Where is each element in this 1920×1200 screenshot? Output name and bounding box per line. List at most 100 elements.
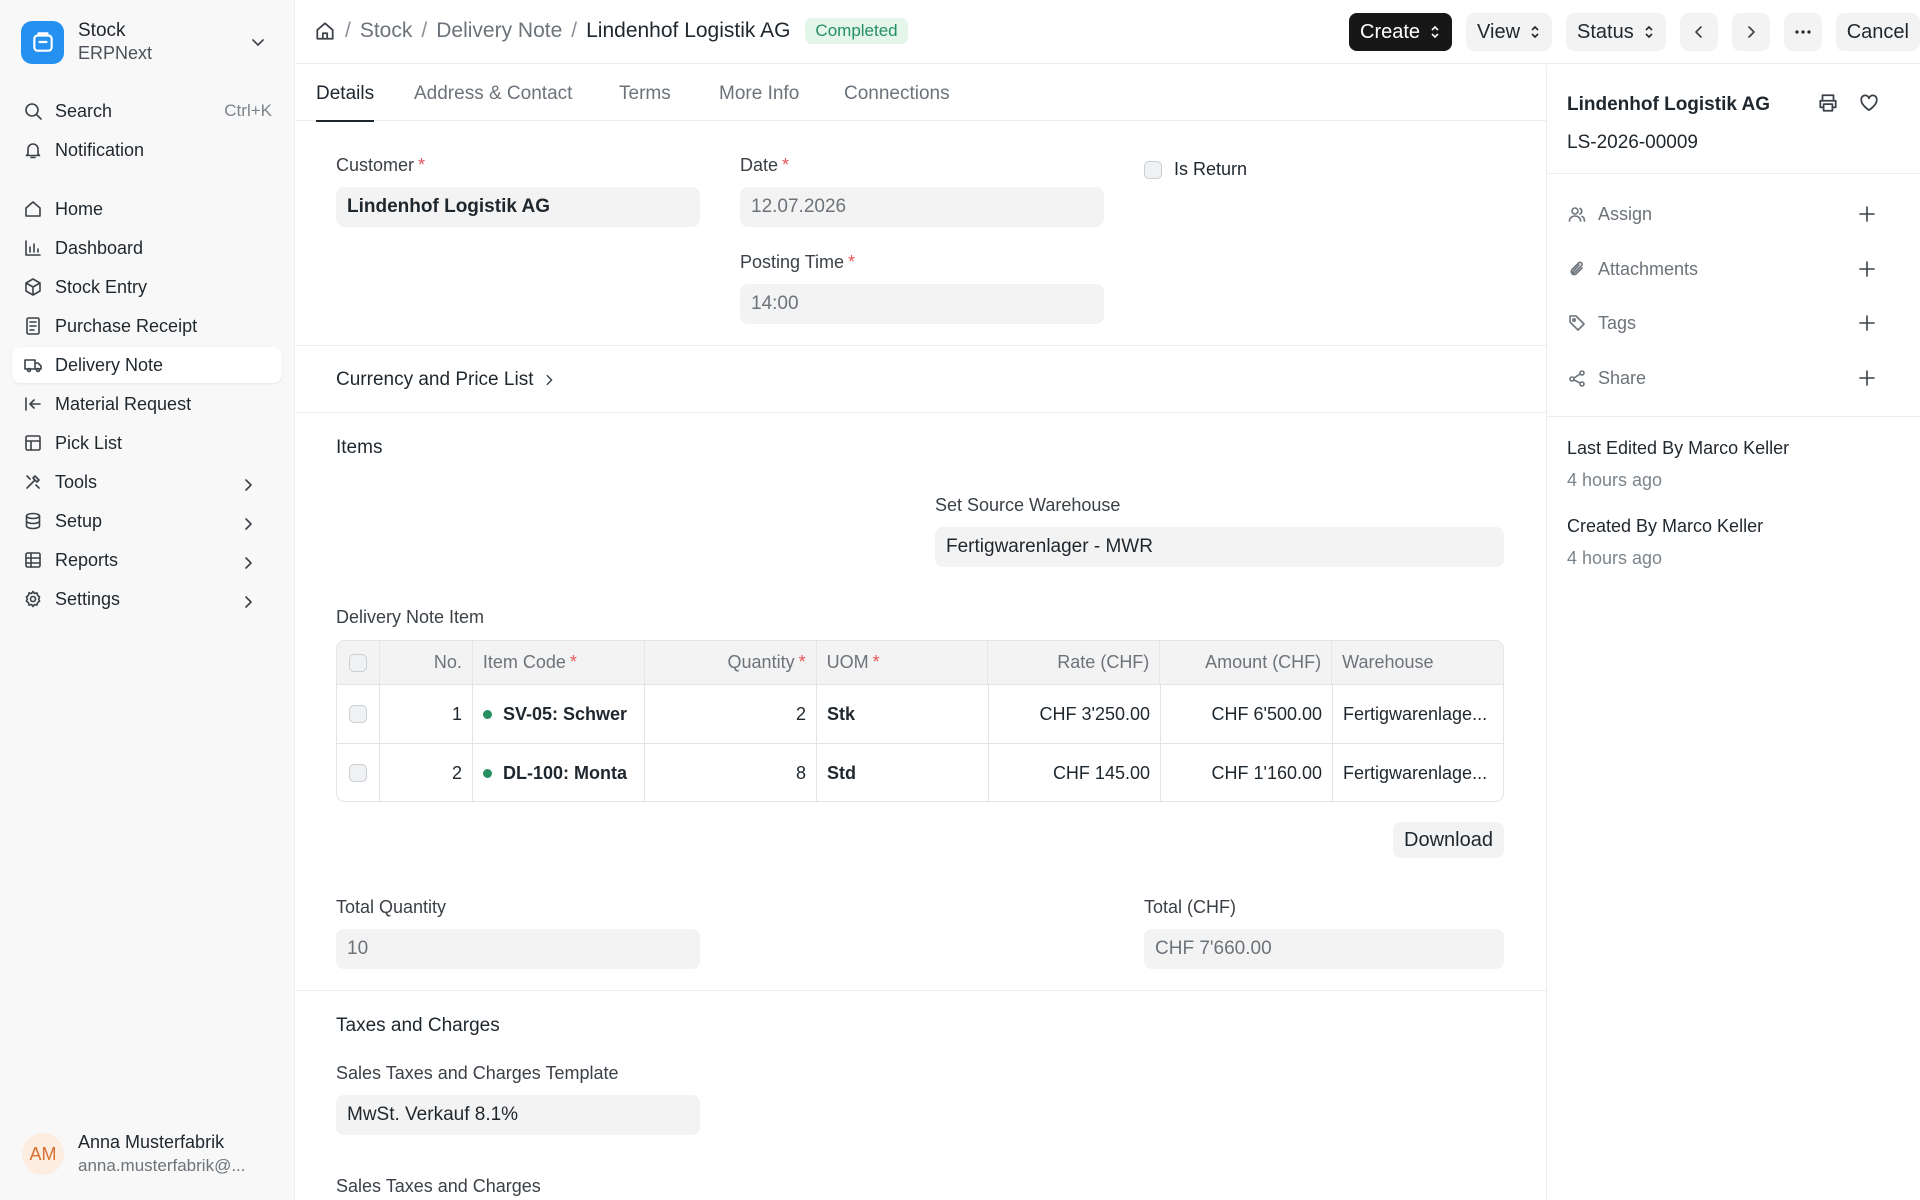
row-quantity[interactable]: 2 [645, 685, 817, 743]
row-rate[interactable]: CHF 145.00 [989, 744, 1161, 801]
sidebar-item-setup[interactable]: Setup [12, 503, 282, 539]
row-quantity[interactable]: 8 [645, 744, 817, 801]
plus-icon[interactable] [1858, 260, 1876, 278]
next-doc-button[interactable] [1731, 13, 1770, 51]
column-header-item-code[interactable]: Item Code * [473, 641, 645, 684]
tab-connections[interactable]: Connections [844, 83, 950, 105]
plus-icon[interactable] [1858, 205, 1876, 223]
database-icon [21, 509, 45, 533]
chart-icon [21, 236, 45, 260]
sidebar-item-stock-entry[interactable]: Stock Entry [12, 269, 282, 305]
tab-terms[interactable]: Terms [619, 83, 671, 105]
tags-row[interactable]: Tags [1567, 309, 1887, 337]
customer-field[interactable]: Lindenhof Logistik AG [336, 187, 700, 227]
sidebar-item-reports[interactable]: Reports [12, 542, 282, 578]
row-uom[interactable]: Std [817, 744, 989, 801]
sidebar-item-label: Delivery Note [55, 354, 164, 375]
more-button[interactable] [1783, 13, 1822, 51]
is-return-label: Is Return [1174, 159, 1248, 179]
tax-template-field[interactable]: MwSt. Verkauf 8.1% [336, 1095, 700, 1135]
view-button[interactable]: View [1466, 13, 1553, 51]
share-label: Share [1598, 367, 1647, 388]
sidebar-notification-label: Notification [55, 139, 145, 160]
row-item-code[interactable]: DL-100: Monta [473, 744, 645, 801]
chevron-left-icon [1691, 24, 1707, 40]
sidebar-item-pick-list[interactable]: Pick List [12, 425, 282, 461]
date-field[interactable]: 12.07.2026 [740, 187, 1104, 227]
plus-icon[interactable] [1858, 314, 1876, 332]
sidebar-item-home[interactable]: Home [12, 191, 282, 227]
items-section-title: Items [336, 437, 383, 458]
chevron-right-icon [1743, 24, 1759, 40]
source-warehouse-field[interactable]: Fertigwarenlager - MWR [935, 527, 1504, 567]
sidebar-item-material-request[interactable]: Material Request [12, 386, 282, 422]
column-header-quantity[interactable]: Quantity * [645, 641, 817, 684]
posting-time-field[interactable]: 14:00 [740, 284, 1104, 324]
row-uom[interactable]: Stk [817, 685, 989, 743]
download-button[interactable]: Download [1393, 822, 1504, 858]
row-checkbox[interactable] [349, 705, 367, 723]
attachments-row[interactable]: Attachments [1567, 255, 1887, 283]
breadcrumb-stock[interactable]: Stock [360, 19, 413, 43]
row-warehouse[interactable]: Fertigwarenlage... [1333, 744, 1503, 801]
sidebar-item-label: Tools [55, 471, 98, 492]
topbar: / Stock / Delivery Note / Lindenhof Logi… [296, 0, 1920, 64]
app-subtitle: ERPNext [78, 42, 153, 63]
home-icon [21, 197, 45, 221]
status-button[interactable]: Status [1566, 13, 1666, 51]
previous-doc-button[interactable] [1679, 13, 1718, 51]
sidebar-item-label: Pick List [55, 432, 123, 453]
user-menu[interactable]: AM Anna Musterfabrik anna.musterfabrik@.… [12, 1120, 282, 1188]
page-title: Lindenhof Logistik AG [586, 19, 791, 42]
breadcrumb-separator: / [571, 19, 578, 42]
cancel-button[interactable]: Cancel [1835, 13, 1920, 51]
column-header-uom[interactable]: UOM * [817, 641, 989, 684]
currency-price-list-section[interactable]: Currency and Price List [336, 369, 556, 391]
table-row[interactable]: 1 SV-05: Schwer 2 Stk CHF 3'250.00 CHF 6… [337, 684, 1503, 743]
is-return-checkbox[interactable] [1144, 160, 1162, 179]
assign-row[interactable]: Assign [1567, 200, 1887, 228]
is-return-option: Is Return [1144, 159, 1247, 180]
tab-details[interactable]: Details [316, 83, 375, 122]
items-table: No. Item Code * Quantity * UOM * Rate (CHF)… [336, 640, 1504, 802]
bell-icon [21, 138, 45, 162]
table-row[interactable]: 2 DL-100: Monta 8 Std CHF 145.00 CHF 1'1… [337, 743, 1503, 801]
row-item-code[interactable]: SV-05: Schwer [473, 685, 645, 743]
column-header-no: No. [380, 641, 473, 684]
column-header-warehouse[interactable]: Warehouse [1332, 641, 1503, 684]
gear-icon [21, 587, 45, 611]
sidebar-item-label: Stock Entry [55, 276, 148, 297]
app-switcher[interactable]: Stock ERPNext [12, 12, 280, 72]
breadcrumb-delivery-note[interactable]: Delivery Note [436, 19, 562, 43]
sidebar-item-settings[interactable]: Settings [12, 581, 282, 617]
select-all-checkbox[interactable] [348, 653, 367, 672]
sidebar-search[interactable]: Search Ctrl+K [12, 93, 282, 129]
row-amount: CHF 6'500.00 [1161, 685, 1333, 743]
row-rate[interactable]: CHF 3'250.00 [989, 685, 1161, 743]
home-icon[interactable] [314, 20, 336, 42]
source-warehouse-label: Set Source Warehouse [935, 495, 1121, 515]
row-checkbox[interactable] [349, 764, 367, 782]
row-warehouse[interactable]: Fertigwarenlage... [1333, 685, 1503, 743]
sidebar-item-delivery-note[interactable]: Delivery Note [12, 347, 282, 383]
search-shortcut: Ctrl+K [224, 101, 272, 120]
printer-icon[interactable] [1817, 92, 1839, 114]
sidebar-item-tools[interactable]: Tools [12, 464, 282, 500]
tab-address-contact[interactable]: Address & Contact [414, 83, 572, 105]
sidebar-item-dashboard[interactable]: Dashboard [12, 230, 282, 266]
column-header-rate[interactable]: Rate (CHF) [988, 641, 1161, 684]
plus-icon[interactable] [1858, 369, 1876, 387]
sidebar-item-purchase-receipt[interactable]: Purchase Receipt [12, 308, 282, 344]
created-time: 4 hours ago [1567, 548, 1663, 568]
search-icon [21, 99, 45, 123]
posting-time-label: Posting Time * [740, 252, 856, 272]
sidebar-search-label: Search [55, 100, 113, 121]
create-button[interactable]: Create [1349, 13, 1453, 51]
last-edited-time: 4 hours ago [1567, 470, 1663, 490]
sidebar-notification[interactable]: Notification [12, 132, 282, 168]
tax-template-label: Sales Taxes and Charges Template [336, 1063, 619, 1083]
share-row[interactable]: Share [1567, 364, 1887, 392]
column-header-amount[interactable]: Amount (CHF) [1160, 641, 1333, 684]
heart-icon[interactable] [1858, 92, 1880, 114]
tab-more-info[interactable]: More Info [719, 83, 799, 105]
